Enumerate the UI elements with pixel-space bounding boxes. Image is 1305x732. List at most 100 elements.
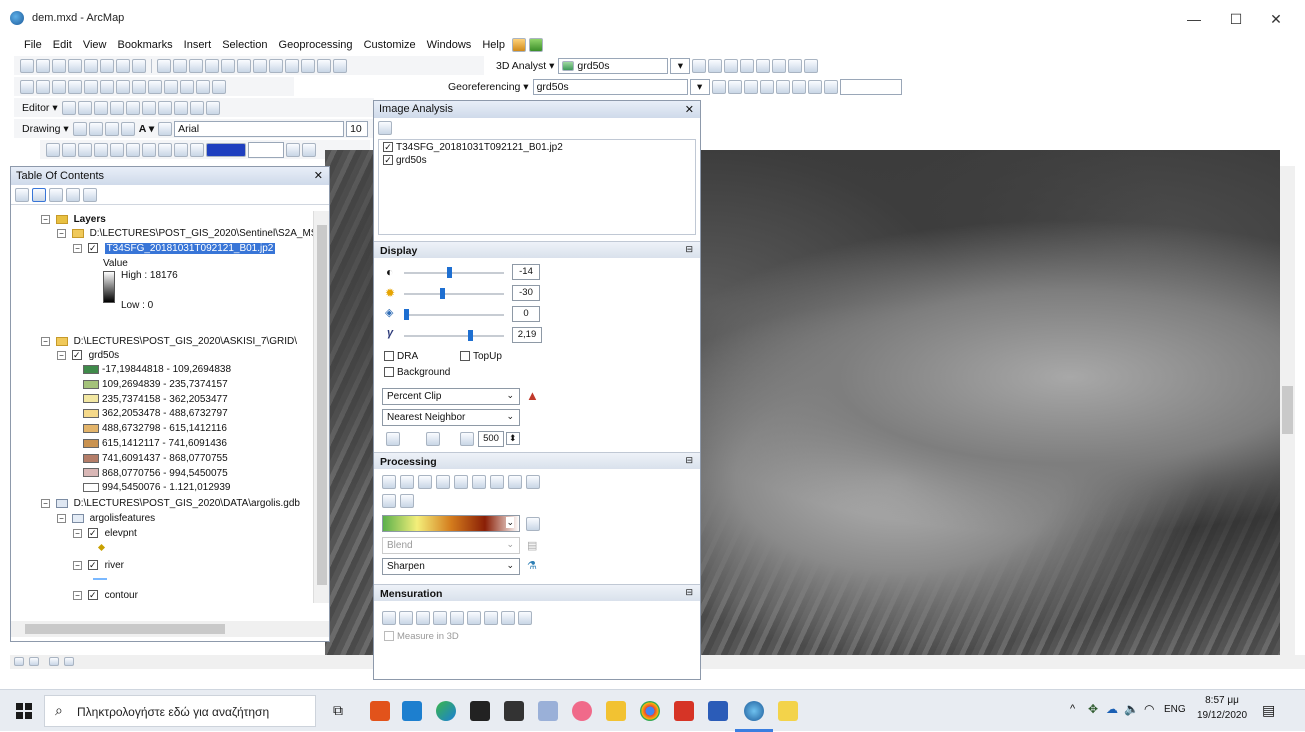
notes-icon[interactable] [778,701,798,721]
clock-date[interactable]: 19/12/2020 [1194,710,1250,721]
colormap-icon[interactable] [526,517,540,531]
maximize-button[interactable]: ☐ [1222,8,1250,30]
layers-node[interactable]: − Layers [41,213,106,227]
gamma-value[interactable]: 2,19 [512,327,542,343]
collapse-icon[interactable]: − [57,228,66,238]
legend-swatch[interactable] [83,379,99,389]
rotate-georef-icon[interactable] [711,79,726,94]
layout-view-icon[interactable] [28,657,39,666]
html-popup-icon[interactable] [237,58,251,73]
legend-swatch[interactable] [83,364,99,374]
options-icon[interactable] [378,121,392,135]
chevron-down-icon[interactable]: ▾ [670,57,691,74]
select-link-icon[interactable] [775,79,790,94]
slider-knob[interactable] [404,309,409,320]
add-function-icon[interactable] [400,494,414,508]
refresh-icon[interactable] [49,657,60,666]
language-indicator[interactable]: ENG [1164,704,1186,715]
shift-icon[interactable] [727,79,742,94]
measure-height-icon[interactable] [399,611,413,625]
arcmap-taskbar-icon[interactable] [744,701,764,721]
contrast-slider[interactable] [404,267,504,278]
zoom-to-selected-icon[interactable] [104,121,119,136]
interpolate-point-icon[interactable] [740,58,755,73]
georef-scale-input[interactable] [839,78,902,95]
color-ramp-dropdown[interactable]: ⌄ [382,515,520,532]
cut-polygon-icon[interactable] [148,79,162,94]
measure-area-icon[interactable] [450,611,464,625]
elevpnt-checkbox[interactable]: ✓ [87,528,98,539]
reshape-icon[interactable] [132,79,146,94]
time-slider-icon[interactable] [317,58,331,73]
cut-icon[interactable] [141,100,156,115]
zoom-to-link-icon[interactable] [791,79,806,94]
font-name-dropdown[interactable]: Arial [174,120,345,137]
legend-class-item[interactable]: 615,1412117 - 741,6091436 [83,437,227,451]
collapse-icon[interactable]: − [57,513,66,523]
terminal-icon[interactable] [504,701,524,721]
add-control-points-icon[interactable] [759,79,774,94]
collapse-icon[interactable]: − [73,243,82,253]
collapse-icon[interactable]: − [41,336,50,346]
menu-edit[interactable]: Edit [49,36,76,54]
slider-knob[interactable] [468,330,473,341]
line-of-sight-icon[interactable] [724,58,739,73]
find-icon[interactable] [269,58,283,73]
windows-start-icon[interactable] [16,703,32,719]
map-vertical-scrollbar[interactable] [1280,166,1295,655]
measure-shadow-icon[interactable] [416,611,430,625]
split-tool-icon[interactable] [157,100,172,115]
editor-menu[interactable]: Editor ▾ [20,102,60,114]
zoom-in-icon[interactable] [20,58,34,73]
scale-icon[interactable] [743,79,758,94]
menu-insert[interactable]: Insert [180,36,216,54]
zoom-out-icon[interactable] [36,58,50,73]
legend-class-item[interactable]: -17,19844818 - 109,2694838 [83,363,231,377]
focus-data-frame-icon[interactable] [174,142,188,157]
legend-swatch[interactable] [83,424,99,434]
image-analysis-close-icon[interactable]: ✕ [685,103,694,116]
data-view-icon[interactable] [14,657,24,666]
layer-list-item[interactable]: ✓ grd50s [379,155,695,166]
notification-icon[interactable]: ▤ [1262,702,1275,719]
swipe-layer-icon[interactable] [386,432,400,446]
group3-node[interactable]: − D:\LECTURES\POST_GIS_2020\DATA\argolis… [41,497,300,511]
data-driven-pages-icon[interactable] [286,142,300,157]
link-table-icon[interactable] [807,79,822,94]
dra-checkbox[interactable]: DRA [384,351,418,362]
attributes-icon[interactable] [196,79,210,94]
acrobat-icon[interactable] [674,701,694,721]
polygon-icon[interactable] [158,121,173,136]
steepest-path-icon[interactable] [708,58,723,73]
arcscene-icon[interactable] [788,58,803,73]
midpoint-icon[interactable] [84,79,98,94]
task-view-icon[interactable]: ⧉ [333,702,343,719]
scrollbar-thumb[interactable] [25,624,225,634]
back-icon[interactable] [116,58,130,73]
legend-swatch[interactable] [83,483,99,493]
transparency-slider[interactable] [404,309,504,320]
rectangle-icon[interactable] [120,121,135,136]
measure-icon[interactable] [253,58,267,73]
zoom-level-value[interactable]: 500 [478,431,504,447]
mail-icon[interactable] [402,701,422,721]
rotate-feature-icon[interactable] [173,100,188,115]
river-node[interactable]: − ✓ river [73,559,124,573]
catalog-icon[interactable] [529,38,544,53]
collapse-icon[interactable]: ⊟ [685,455,693,466]
legend-class-item[interactable]: 109,2694839 - 235,7374157 [83,378,228,392]
fill-color-icon[interactable] [206,142,246,157]
layout-back-icon[interactable] [126,142,140,157]
legend-class-item[interactable]: 488,6732798 - 615,1412116 [83,422,227,436]
office-icon[interactable] [370,701,390,721]
app-icon[interactable] [572,701,592,721]
layout-forward-icon[interactable] [142,142,156,157]
tray-chevron-icon[interactable]: ^ [1070,703,1075,715]
mask-icon[interactable] [400,475,414,489]
straight-line-icon[interactable] [93,100,108,115]
clock-time[interactable]: 8:57 μμ [1197,695,1247,706]
scrollbar-thumb[interactable] [1282,386,1293,434]
endpoint-arc-icon[interactable] [116,79,130,94]
change-layout-icon[interactable] [190,142,204,157]
layout-zoom-out-icon[interactable] [62,142,76,157]
